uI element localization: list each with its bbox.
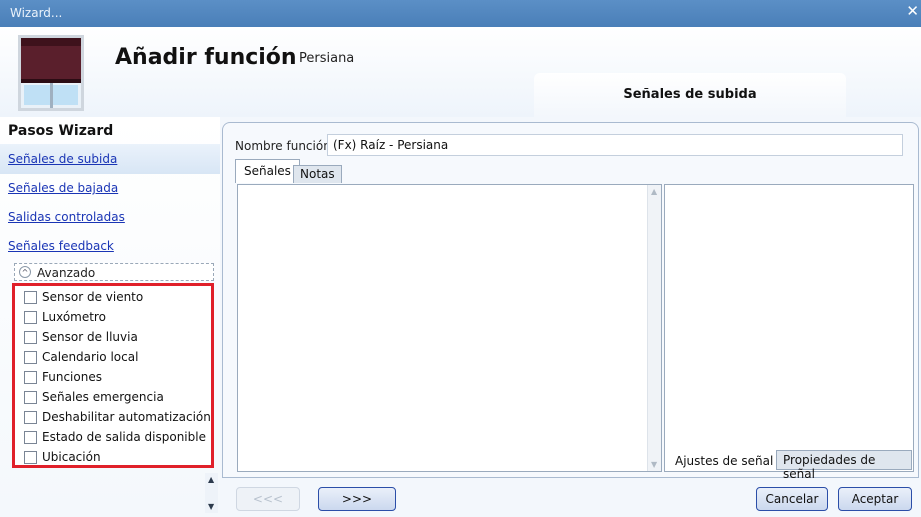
checkbox[interactable]: [24, 391, 37, 404]
next-button[interactable]: >>>: [318, 487, 396, 511]
option-label: Deshabilitar automatización: [42, 410, 211, 424]
tab-senales[interactable]: Señales: [235, 159, 300, 183]
step-link-senales-subida[interactable]: Señales de subida: [8, 152, 117, 166]
title-bar: Wizard... ✕: [0, 0, 921, 27]
option-label: Ubicación: [42, 450, 101, 464]
step-link-salidas-controladas[interactable]: Salidas controladas: [8, 210, 125, 224]
page-title: Añadir función: [115, 45, 297, 70]
cancel-button[interactable]: Cancelar: [756, 487, 828, 511]
checkbox[interactable]: [24, 351, 37, 364]
checkbox[interactable]: [24, 371, 37, 384]
advanced-options-list: Sensor de viento Luxómetro Sensor de llu…: [12, 283, 214, 468]
tab-ajustes-senal[interactable]: Ajustes de señal: [675, 454, 773, 468]
option-label: Estado de salida disponible: [42, 430, 206, 444]
checkbox[interactable]: [24, 331, 37, 344]
sidebar-heading: Pasos Wizard: [8, 123, 114, 139]
signals-list[interactable]: ▲ ▼: [237, 184, 662, 472]
tab-propiedades-senal[interactable]: Propiedades de señal: [776, 450, 912, 481]
checkbox[interactable]: [24, 451, 37, 464]
option-label: Señales emergencia: [42, 390, 164, 404]
current-step-banner: Señales de subida: [534, 73, 846, 117]
accept-button[interactable]: Aceptar: [838, 487, 912, 511]
advanced-toggle[interactable]: ^ Avanzado: [14, 263, 214, 281]
step-link-senales-feedback[interactable]: Señales feedback: [8, 239, 114, 253]
signals-scrollbar[interactable]: ▲ ▼: [647, 185, 661, 471]
sidebar-scrollbar[interactable]: ▲ ▼: [205, 473, 218, 513]
option-label: Calendario local: [42, 350, 139, 364]
checkbox[interactable]: [24, 431, 37, 444]
function-type: Persiana: [299, 51, 355, 66]
current-step-label: Señales de subida: [623, 87, 757, 102]
checkbox[interactable]: [24, 291, 37, 304]
scroll-up-icon[interactable]: ▲: [208, 475, 214, 484]
step-link-senales-bajada[interactable]: Señales de bajada: [8, 181, 118, 195]
tab-notas[interactable]: Notas: [293, 165, 342, 183]
function-name-label: Nombre función:: [235, 139, 335, 153]
chevron-up-icon: ^: [19, 266, 31, 278]
scroll-down-icon[interactable]: ▼: [208, 502, 214, 511]
wizard-steps-sidebar: Pasos Wizard Señales de subida Señales d…: [0, 117, 220, 517]
window-blind-icon: [18, 35, 84, 111]
main-panel: Nombre función: (Fx) Raíz - Persiana Señ…: [220, 117, 921, 517]
close-icon[interactable]: ✕: [906, 2, 919, 20]
advanced-label: Avanzado: [37, 266, 96, 280]
scroll-up-icon[interactable]: ▲: [651, 187, 657, 196]
wizard-header: Añadir función Persiana Señales de subid…: [0, 27, 921, 117]
option-label: Sensor de lluvia: [42, 330, 138, 344]
window-title: Wizard...: [10, 6, 63, 20]
option-label: Sensor de viento: [42, 290, 144, 304]
option-label: Luxómetro: [42, 310, 106, 324]
previous-button[interactable]: <<<: [236, 487, 300, 511]
checkbox[interactable]: [24, 311, 37, 324]
signal-properties-panel: Ajustes de señal Propiedades de señal: [664, 184, 914, 481]
function-editor: Nombre función: (Fx) Raíz - Persiana Señ…: [222, 122, 919, 481]
option-label: Funciones: [42, 370, 102, 384]
scroll-down-icon[interactable]: ▼: [651, 460, 657, 469]
function-name-field[interactable]: (Fx) Raíz - Persiana: [327, 134, 903, 156]
checkbox[interactable]: [24, 411, 37, 424]
